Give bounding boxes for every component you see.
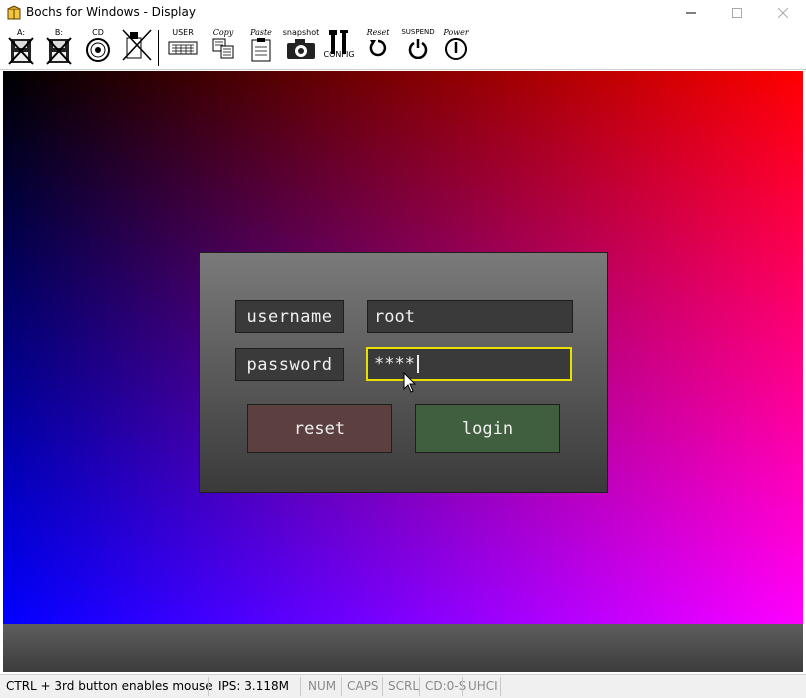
keyboard-icon xyxy=(168,41,198,55)
mouse-hint: CTRL + 3rd button enables mouse xyxy=(6,679,213,693)
floppy-disabled-icon xyxy=(8,37,34,65)
window-title: Bochs for Windows - Display xyxy=(26,5,196,19)
display-bottom-strip xyxy=(3,624,803,672)
snapshot-label: snapshot xyxy=(282,28,320,37)
ips-indicator: IPS: 3.118M xyxy=(218,679,289,693)
power-icon xyxy=(445,38,467,60)
password-value: **** xyxy=(374,354,415,374)
password-label: password xyxy=(235,348,344,381)
camera-icon xyxy=(287,39,315,59)
reset-icon xyxy=(369,39,387,57)
power-label: Power xyxy=(443,28,469,37)
toolbar-separator xyxy=(158,30,159,66)
username-label: username xyxy=(235,300,344,333)
username-value: root xyxy=(374,306,415,327)
num-lock-indicator: NUM xyxy=(308,679,337,693)
minimize-button[interactable] xyxy=(668,0,714,26)
text-caret xyxy=(416,355,419,373)
reset-machine-button[interactable]: Reset xyxy=(362,28,394,68)
cdrom-button[interactable]: CD xyxy=(83,28,113,68)
toolbar: A: B: CD USER Copy Paste snapshot CONFIG… xyxy=(0,26,806,70)
emulator-display[interactable]: username root password **** reset login xyxy=(3,71,803,624)
suspend-icon xyxy=(408,39,428,59)
username-field[interactable]: root xyxy=(367,300,573,333)
floppy-b-label: B: xyxy=(54,28,64,37)
copy-label: Copy xyxy=(212,28,234,37)
suspend-button[interactable]: SUSPEND xyxy=(400,28,436,68)
title-bar: Bochs for Windows - Display xyxy=(0,0,806,26)
cdrom-status-indicator: CD:0-S xyxy=(425,679,467,693)
password-field[interactable]: **** xyxy=(366,347,572,381)
suspend-label: SUSPEND xyxy=(401,28,435,36)
close-icon xyxy=(778,8,788,18)
user-label: USER xyxy=(172,28,194,37)
usb-device-button[interactable] xyxy=(120,28,154,68)
uhci-indicator: UHCI xyxy=(468,679,498,693)
status-divider xyxy=(382,677,383,696)
maximize-button[interactable] xyxy=(714,0,760,26)
config-label: CONFIG xyxy=(323,50,355,59)
mouse-pointer-icon xyxy=(403,372,417,393)
power-button[interactable]: Power xyxy=(440,28,472,68)
scroll-lock-indicator: SCRL xyxy=(388,679,420,693)
user-button[interactable]: USER xyxy=(166,28,200,68)
reset-button[interactable]: reset xyxy=(247,404,392,453)
status-divider xyxy=(500,677,501,696)
cdrom-label: CD xyxy=(92,28,104,37)
maximize-icon xyxy=(732,8,742,18)
status-divider xyxy=(341,677,342,696)
cdrom-icon xyxy=(86,38,110,62)
floppy-a-label: A: xyxy=(16,28,26,37)
usb-disabled-icon xyxy=(122,29,152,61)
floppy-disabled-icon xyxy=(46,37,72,65)
bochs-app-icon xyxy=(6,5,22,21)
paste-label: Paste xyxy=(250,28,272,37)
minimize-icon xyxy=(686,12,696,14)
status-divider xyxy=(419,677,420,696)
paste-button[interactable]: Paste xyxy=(246,28,276,68)
status-divider xyxy=(300,677,301,696)
status-divider xyxy=(208,677,209,696)
copy-icon xyxy=(212,38,234,59)
status-bar: CTRL + 3rd button enables mouse IPS: 3.1… xyxy=(0,674,806,698)
floppy-b-button[interactable]: B: xyxy=(44,28,74,68)
close-button[interactable] xyxy=(760,0,806,26)
login-button[interactable]: login xyxy=(415,404,560,453)
copy-button[interactable]: Copy xyxy=(208,28,238,68)
status-divider xyxy=(462,677,463,696)
caps-lock-indicator: CAPS xyxy=(347,679,379,693)
config-button[interactable]: CONFIG xyxy=(323,28,355,68)
snapshot-button[interactable]: snapshot xyxy=(282,28,320,68)
floppy-a-button[interactable]: A: xyxy=(6,28,36,68)
reset-label: Reset xyxy=(366,28,390,37)
paste-icon xyxy=(251,38,271,62)
